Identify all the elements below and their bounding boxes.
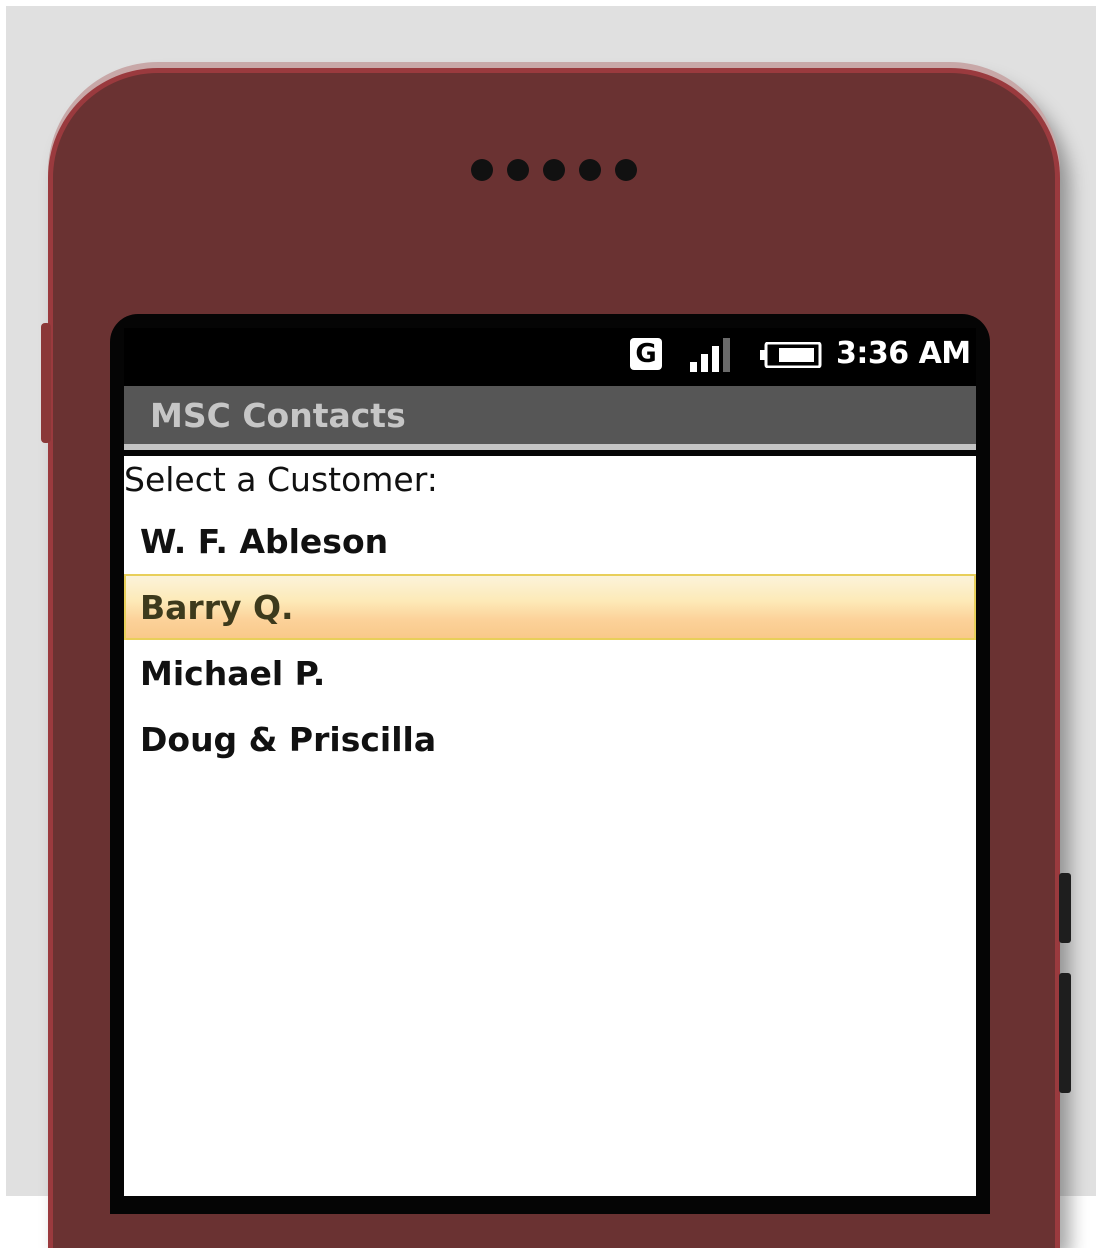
customer-list[interactable]: W. F. Ableson Barry Q. Michael P. Doug &… (124, 508, 976, 772)
customer-list-item-selected[interactable]: Barry Q. (124, 574, 976, 640)
content-area: Select a Customer: W. F. Ableson Barry Q… (124, 456, 976, 1196)
status-clock: 3:36 AM (836, 336, 971, 371)
select-customer-prompt: Select a Customer: (124, 460, 438, 499)
earpiece-speaker (471, 159, 637, 181)
network-type-icon: G (630, 338, 662, 370)
status-bar: G 3:36 AM (124, 328, 976, 386)
signal-strength-icon (690, 338, 730, 372)
customer-list-item[interactable]: Doug & Priscilla (124, 706, 976, 772)
app-title-bar: MSC Contacts (124, 386, 976, 450)
customer-name: Michael P. (140, 654, 326, 693)
speaker-hole (471, 159, 493, 181)
customer-name: Doug & Priscilla (140, 720, 437, 759)
battery-icon (760, 342, 822, 368)
volume-key (41, 323, 51, 443)
side-button-lower (1059, 973, 1071, 1093)
customer-name: Barry Q. (140, 588, 294, 627)
speaker-hole (579, 159, 601, 181)
speaker-hole (543, 159, 565, 181)
speaker-hole (615, 159, 637, 181)
customer-name: W. F. Ableson (140, 522, 389, 561)
side-button-upper (1059, 873, 1071, 943)
customer-list-item[interactable]: Michael P. (124, 640, 976, 706)
app-title: MSC Contacts (150, 396, 406, 435)
customer-list-item[interactable]: W. F. Ableson (124, 508, 976, 574)
speaker-hole (507, 159, 529, 181)
